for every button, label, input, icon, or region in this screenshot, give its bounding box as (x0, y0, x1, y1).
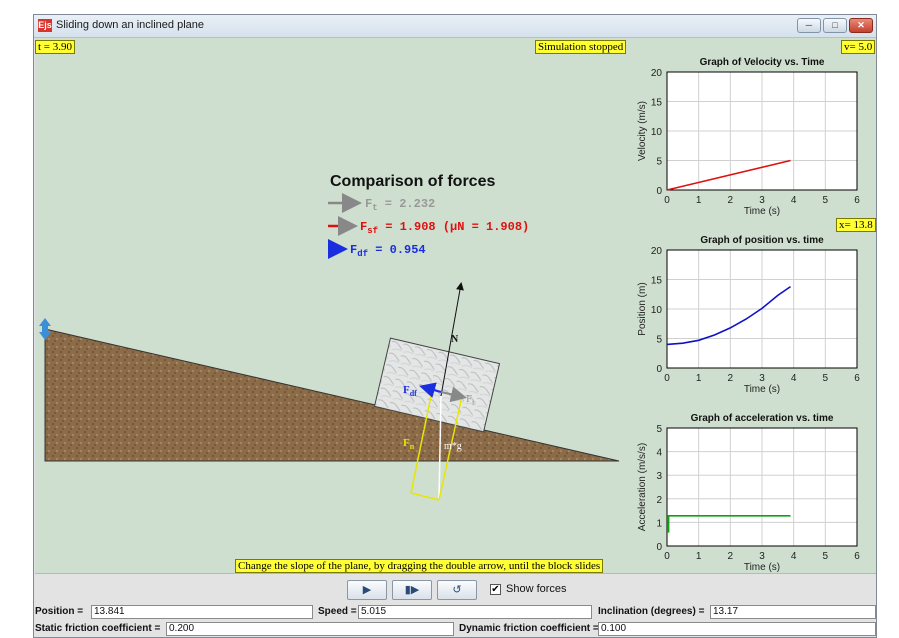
x-tick-label: 2 (728, 551, 734, 562)
x-tick-label: 4 (791, 373, 797, 384)
x-tick-label: 0 (664, 373, 670, 384)
inclined-plane (44, 328, 620, 462)
y-tick-label: 10 (651, 127, 663, 138)
x-tick-label: 3 (759, 551, 765, 562)
x-axis-label: Time (s) (744, 384, 780, 395)
step-icon: ▮▶ (404, 584, 420, 596)
play-button[interactable]: ▶ (347, 580, 387, 600)
x-tick-label: 6 (854, 551, 860, 562)
ejs-app-icon: Ejs (38, 19, 52, 32)
velocity-readout: v= 5.0 (841, 40, 876, 54)
x-tick-label: 4 (791, 551, 797, 562)
chart-title: Graph of Velocity vs. Time (700, 57, 825, 68)
y-axis-label: Velocity (m/s) (637, 101, 648, 161)
y-tick-label: 3 (656, 471, 662, 482)
position-chart: 0 1 2 3 4 5 6 0 5 10 15 20 Graph of position vs. tim… (637, 235, 860, 395)
normal-force-label: N (451, 334, 459, 345)
static-friction-field[interactable]: 0.200 (166, 622, 454, 636)
fn-weight-link (410, 492, 440, 501)
close-icon: ✕ (857, 20, 865, 30)
control-panel: ▶ ▮▶ ↺ ✔ Show forces Position = 13.841 S… (35, 573, 876, 637)
y-tick-label: 5 (656, 335, 662, 346)
x-tick-label: 1 (696, 551, 702, 562)
x-axis-label: Time (s) (744, 562, 780, 573)
x-tick-label: 5 (823, 551, 829, 562)
y-tick-label: 5 (656, 424, 662, 435)
ft-legend-text: Ft = 2.232 (365, 197, 435, 213)
fsf-legend-text: Fsf = 1.908 (μN = 1.908) (360, 220, 529, 236)
x-tick-label: 2 (728, 373, 734, 384)
time-readout: t = 3.90 (35, 40, 76, 54)
y-tick-label: 0 (656, 364, 662, 375)
app-window: Ejs Sliding down an inclined plane ─ □ ✕ (33, 14, 877, 638)
play-icon: ▶ (362, 584, 372, 596)
simulation-panel: N Fdf Ft Fn m*g Comparison of forces Ft … (35, 38, 876, 573)
step-button[interactable]: ▮▶ (392, 580, 432, 600)
y-tick-label: 15 (651, 98, 663, 109)
minimize-icon: ─ (805, 20, 813, 30)
speed-field[interactable]: 5.015 (358, 605, 592, 619)
reset-button[interactable]: ↺ (437, 580, 477, 600)
maximize-button[interactable]: □ (823, 18, 847, 33)
y-tick-label: 5 (656, 157, 662, 168)
static-friction-label: Static friction coefficient = (35, 623, 161, 634)
x-tick-label: 0 (664, 195, 670, 206)
show-forces-label: Show forces (506, 583, 567, 595)
chart-title: Graph of position vs. time (700, 235, 824, 246)
y-tick-label: 0 (656, 542, 662, 553)
reset-icon: ↺ (452, 584, 462, 596)
velocity-chart: 0 1 2 3 4 5 6 0 5 10 15 20 Graph of Velocity vs. Tim… (637, 57, 860, 217)
close-button[interactable]: ✕ (849, 18, 873, 33)
show-forces-checkbox[interactable]: ✔ (490, 584, 501, 595)
y-axis-label: Position (m) (637, 282, 648, 335)
acceleration-chart: 0 1 2 3 4 5 6 0 1 2 3 4 5 Graph of acceleration vs. t… (637, 413, 860, 573)
hint-message: Change the slope of the plane, by draggi… (235, 559, 604, 573)
y-tick-label: 20 (651, 68, 663, 79)
dynamic-friction-field[interactable]: 0.100 (598, 622, 876, 636)
y-tick-label: 15 (651, 276, 663, 287)
dynamic-friction-label: Dynamic friction coefficient = (459, 623, 599, 634)
speed-label: Speed = (318, 606, 357, 617)
inclination-label: Inclination (degrees) = (598, 606, 705, 617)
simulation-status: Simulation stopped (535, 40, 627, 54)
x-tick-label: 4 (791, 195, 797, 206)
simulation-canvas: N Fdf Ft Fn m*g Comparison of forces Ft … (39, 57, 860, 573)
x-tick-label: 6 (854, 195, 860, 206)
y-tick-label: 20 (651, 246, 663, 257)
fdf-legend-text: Fdf = 0.954 (350, 243, 426, 259)
x-tick-label: 1 (696, 195, 702, 206)
weight-vector-label: m*g (444, 441, 462, 452)
x-tick-label: 3 (759, 195, 765, 206)
chart-title: Graph of acceleration vs. time (691, 413, 834, 424)
forces-heading: Comparison of forces (330, 173, 495, 190)
x-tick-label: 5 (823, 195, 829, 206)
maximize-icon: □ (832, 20, 838, 30)
x-axis-label: Time (s) (744, 206, 780, 217)
title-bar[interactable]: Ejs Sliding down an inclined plane ─ □ ✕ (34, 15, 876, 38)
y-axis-label: Acceleration (m/s/s) (637, 443, 648, 531)
y-tick-label: 10 (651, 305, 663, 316)
position-label: Position = (35, 606, 84, 617)
x-tick-label: 6 (854, 373, 860, 384)
position-readout: x= 13.8 (836, 218, 876, 232)
window-title: Sliding down an inclined plane (56, 19, 204, 31)
x-tick-label: 0 (664, 551, 670, 562)
x-tick-label: 5 (823, 373, 829, 384)
x-tick-label: 1 (696, 373, 702, 384)
y-tick-label: 4 (656, 448, 662, 459)
position-field[interactable]: 13.841 (91, 605, 313, 619)
y-tick-label: 2 (656, 495, 662, 506)
y-tick-label: 0 (656, 186, 662, 197)
y-tick-label: 1 (656, 518, 662, 529)
minimize-button[interactable]: ─ (797, 18, 821, 33)
x-tick-label: 2 (728, 195, 734, 206)
x-tick-label: 3 (759, 373, 765, 384)
inclination-field[interactable]: 13.17 (710, 605, 876, 619)
